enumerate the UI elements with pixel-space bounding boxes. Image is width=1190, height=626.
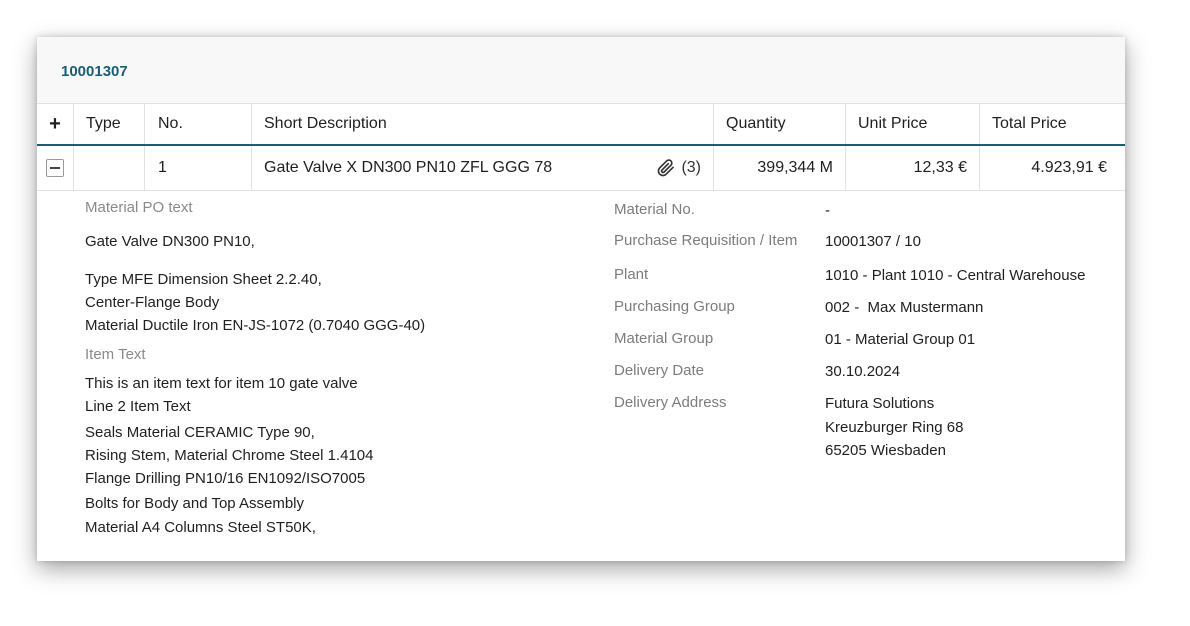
column-header-short-description[interactable]: Short Description: [252, 104, 714, 144]
item-text-line: Flange Drilling PN10/16 EN1092/ISO7005: [85, 470, 366, 487]
material-po-text-line: Gate Valve DN300 PN10,: [85, 233, 255, 250]
column-header-type[interactable]: Type: [74, 104, 145, 144]
material-po-text-line: Type MFE Dimension Sheet 2.2.40,: [85, 271, 322, 288]
material-po-text-label: Material PO text: [85, 199, 193, 216]
delivery-date-label: Delivery Date: [614, 362, 705, 379]
delivery-address-label: Delivery Address: [614, 394, 727, 411]
item-text-line: Bolts for Body and Top Assembly: [85, 495, 305, 512]
row-short-description-cell: Gate Valve X DN300 PN10 ZFL GGG 78 (3): [252, 146, 714, 190]
column-header-no[interactable]: No.: [145, 104, 252, 144]
item-text-line: This is an item text for item 10 gate va…: [85, 375, 358, 392]
table-header-row: + Type No. Short Description Quantity Un…: [37, 104, 1125, 146]
material-po-text-line: Center-Flange Body: [85, 294, 220, 311]
plant-value: 1010 - Plant 1010 - Central Warehouse: [825, 267, 1086, 284]
po-number[interactable]: 10001307: [61, 63, 128, 80]
column-header-total-price[interactable]: Total Price: [980, 104, 1125, 144]
row-unit-price: 12,33 €: [846, 146, 980, 190]
attachment-count: (3): [681, 159, 701, 176]
delivery-address-line: Futura Solutions: [825, 395, 935, 412]
paperclip-icon: [657, 159, 675, 177]
delivery-address-line: 65205 Wiesbaden: [825, 442, 946, 459]
purchasing-group-value: 002 - Max Mustermann: [825, 299, 984, 316]
delivery-address-line: Kreuzburger Ring 68: [825, 418, 964, 436]
row-short-description: Gate Valve X DN300 PN10 ZFL GGG 78: [264, 159, 553, 176]
row-type: [74, 146, 145, 190]
item-text-line: Line 2 Item Text: [85, 398, 191, 415]
add-row-button[interactable]: +: [37, 104, 74, 144]
row-no: 1: [145, 146, 252, 190]
material-group-label: Material Group: [614, 330, 714, 347]
purchase-requisition-label: Purchase Requisition / Item: [614, 232, 798, 249]
plant-label: Plant: [614, 266, 649, 283]
material-group-value: 01 - Material Group 01: [825, 331, 976, 348]
row-total-price: 4.923,91 €: [1031, 159, 1107, 176]
purchase-requisition-value[interactable]: 10001307 / 10: [825, 230, 921, 254]
collapse-icon[interactable]: [46, 159, 64, 177]
material-no-label: Material No.: [614, 201, 695, 218]
item-text-line: Material A4 Columns Steel ST50K,: [85, 519, 316, 536]
item-text-line: Rising Stem, Material Chrome Steel 1.410…: [85, 447, 374, 464]
purchase-order-card: 10001307 + Type No. Short Description Qu…: [37, 37, 1125, 561]
item-text-line: Seals Material CERAMIC Type 90,: [85, 424, 315, 441]
purchasing-group-label: Purchasing Group: [614, 298, 735, 315]
table-row[interactable]: 1 Gate Valve X DN300 PN10 ZFL GGG 78 (3)…: [37, 146, 1125, 191]
plus-icon: +: [49, 113, 61, 135]
row-quantity: 399,344 M: [714, 146, 846, 190]
column-header-unit-price[interactable]: Unit Price: [846, 104, 980, 144]
item-details-panel: Material PO text Gate Valve DN300 PN10, …: [37, 191, 1125, 561]
material-no-value: -: [825, 202, 830, 219]
column-header-quantity[interactable]: Quantity: [714, 104, 846, 144]
item-text-label: Item Text: [85, 346, 146, 363]
row-collapse-cell: [37, 146, 74, 190]
card-header: 10001307: [37, 37, 1125, 104]
delivery-date-value: 30.10.2024: [825, 363, 901, 380]
material-po-text-line: Material Ductile Iron EN-JS-1072 (0.7040…: [85, 317, 426, 334]
attachments-link[interactable]: (3): [657, 159, 701, 177]
